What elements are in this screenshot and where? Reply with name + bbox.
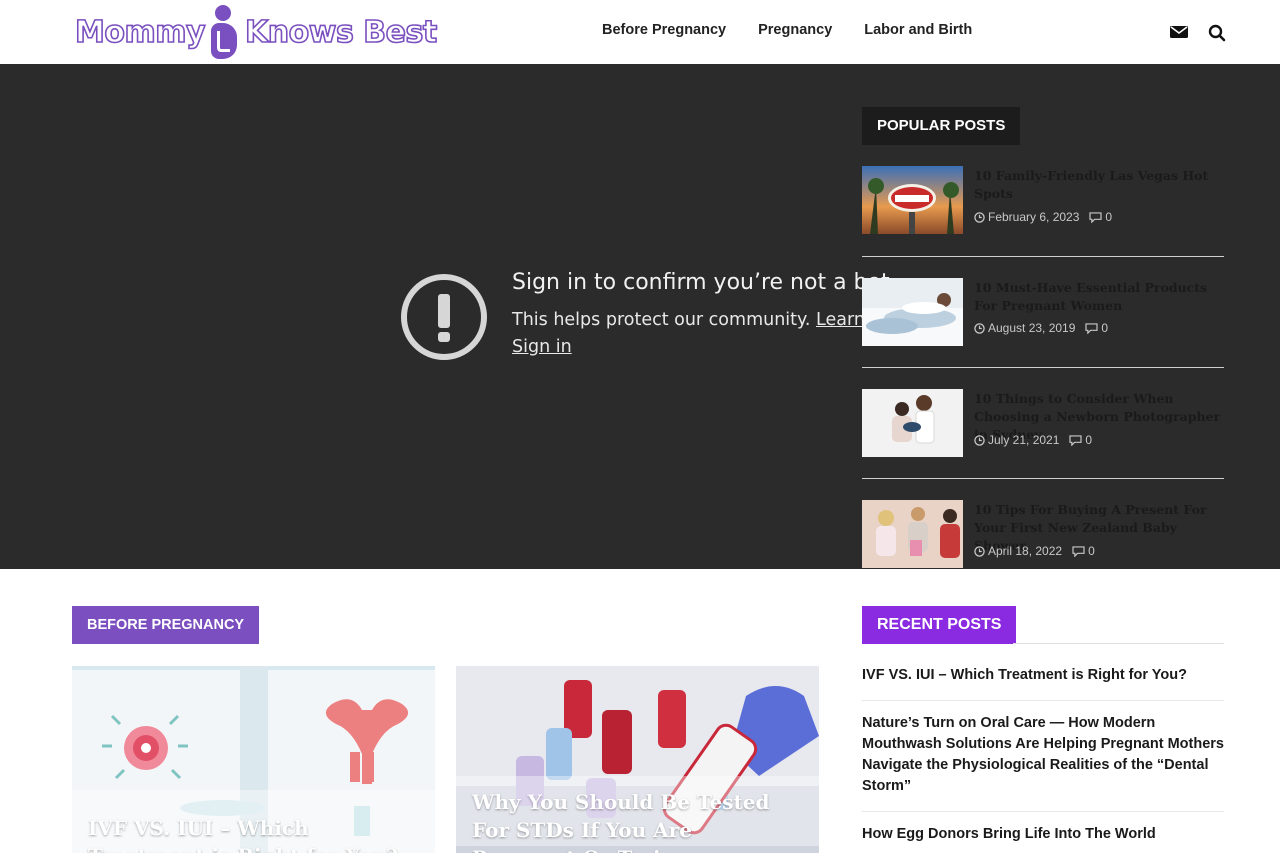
nav-item-pregnancy[interactable]: Pregnancy xyxy=(758,22,832,38)
popular-posts-widget: POPULAR POSTS 10 Family-Friendly Las Veg… xyxy=(862,107,1224,569)
embed-subtitle-text: This helps protect our community. xyxy=(512,310,811,330)
comment-icon xyxy=(1089,211,1102,223)
divider xyxy=(862,478,1224,479)
comment-icon xyxy=(1069,434,1082,446)
header-icons xyxy=(1170,24,1226,42)
clock-icon xyxy=(974,322,985,334)
sign-in-link[interactable]: Sign in xyxy=(512,337,572,357)
post-comment-count: 0 xyxy=(1105,210,1113,224)
recent-post-link[interactable]: How Egg Donors Bring Life Into The World xyxy=(862,824,1224,845)
divider xyxy=(862,700,1224,701)
clock-icon xyxy=(974,434,985,446)
comment-icon xyxy=(1085,322,1099,334)
recent-post-link[interactable]: Nature’s Turn on Oral Care — How Modern … xyxy=(862,713,1224,797)
popular-post-title[interactable]: 10 Family-Friendly Las Vegas Hot Spots xyxy=(974,167,1224,203)
post-card-title[interactable]: IVF VS. IUI – Which Treatment is Right f… xyxy=(88,814,418,853)
popular-post-title[interactable]: 10 Must-Have Essential Products For Preg… xyxy=(974,279,1224,315)
popular-post-item[interactable]: 10 Tips For Buying A Present For Your Fi… xyxy=(862,500,1224,569)
recent-posts-heading: RECENT POSTS xyxy=(862,606,1017,644)
post-comments[interactable]: 0 xyxy=(1072,544,1095,558)
post-meta: April 18, 2022 0 xyxy=(974,544,1095,558)
embed-subtitle: This helps protect our community. Learn … xyxy=(512,310,916,330)
post-comment-count: 0 xyxy=(1101,321,1109,335)
post-card-title[interactable]: Why You Should Be Tested For STDs If You… xyxy=(472,788,802,853)
comment-icon xyxy=(1072,545,1085,557)
site-header: Mommy Knows Best Before Pregnancy Pregna… xyxy=(0,0,1280,64)
clock-icon xyxy=(974,211,985,223)
popular-post-item[interactable]: 10 Must-Have Essential Products For Preg… xyxy=(862,278,1224,378)
post-date: July 21, 2021 xyxy=(974,433,1059,447)
post-thumbnail[interactable] xyxy=(862,166,963,234)
post-card[interactable]: IVF VS. IUI – Which Treatment is Right f… xyxy=(72,666,435,853)
divider xyxy=(862,256,1224,257)
embed-title: Sign in to confirm you’re not a bot xyxy=(512,270,890,295)
recent-post-link[interactable]: IVF VS. IUI – Which Treatment is Right f… xyxy=(862,665,1224,686)
alert-icon xyxy=(401,274,487,360)
divider xyxy=(862,811,1224,812)
logo-text-left: Mommy xyxy=(74,14,206,51)
post-comment-count: 0 xyxy=(1085,433,1093,447)
post-comments[interactable]: 0 xyxy=(1069,433,1092,447)
post-date: August 23, 2019 xyxy=(974,321,1075,335)
post-thumbnail[interactable] xyxy=(862,500,963,568)
post-comments[interactable]: 0 xyxy=(1085,321,1108,335)
post-date: April 18, 2022 xyxy=(974,544,1062,558)
post-date-text: April 18, 2022 xyxy=(988,544,1063,558)
post-card[interactable]: Why You Should Be Tested For STDs If You… xyxy=(456,666,819,853)
post-meta: August 23, 2019 0 xyxy=(974,321,1108,335)
pregnant-figure-icon xyxy=(209,5,239,59)
post-comments[interactable]: 0 xyxy=(1089,210,1112,224)
main-nav: Before Pregnancy Pregnancy Labor and Bir… xyxy=(602,22,972,38)
popular-posts-heading: POPULAR POSTS xyxy=(862,107,1021,145)
logo-text-right: Knows Best xyxy=(244,14,438,51)
post-date-text: February 6, 2023 xyxy=(988,210,1080,224)
post-meta: February 6, 2023 0 xyxy=(974,210,1112,224)
post-thumbnail[interactable] xyxy=(862,278,963,346)
video-embed-area: Sign in to confirm you’re not a bot This… xyxy=(0,64,1280,569)
post-comment-count: 0 xyxy=(1088,544,1095,558)
post-date-text: August 23, 2019 xyxy=(988,321,1076,335)
search-icon[interactable] xyxy=(1208,24,1226,42)
post-date: February 6, 2023 xyxy=(974,210,1079,224)
site-logo[interactable]: Mommy Knows Best xyxy=(74,4,438,60)
post-thumbnail[interactable] xyxy=(862,389,963,457)
post-date-text: July 21, 2021 xyxy=(988,433,1060,447)
section-heading-before-pregnancy[interactable]: BEFORE PREGNANCY xyxy=(72,606,260,644)
post-meta: July 21, 2021 0 xyxy=(974,433,1092,447)
popular-post-item[interactable]: 10 Family-Friendly Las Vegas Hot Spots F… xyxy=(862,166,1224,266)
divider xyxy=(862,367,1224,368)
nav-item-before-pregnancy[interactable]: Before Pregnancy xyxy=(602,22,726,38)
envelope-icon[interactable] xyxy=(1170,24,1188,40)
clock-icon xyxy=(974,545,985,557)
popular-post-item[interactable]: 10 Things to Consider When Choosing a Ne… xyxy=(862,389,1224,489)
divider xyxy=(1013,643,1224,644)
nav-item-labor-and-birth[interactable]: Labor and Birth xyxy=(864,22,972,38)
